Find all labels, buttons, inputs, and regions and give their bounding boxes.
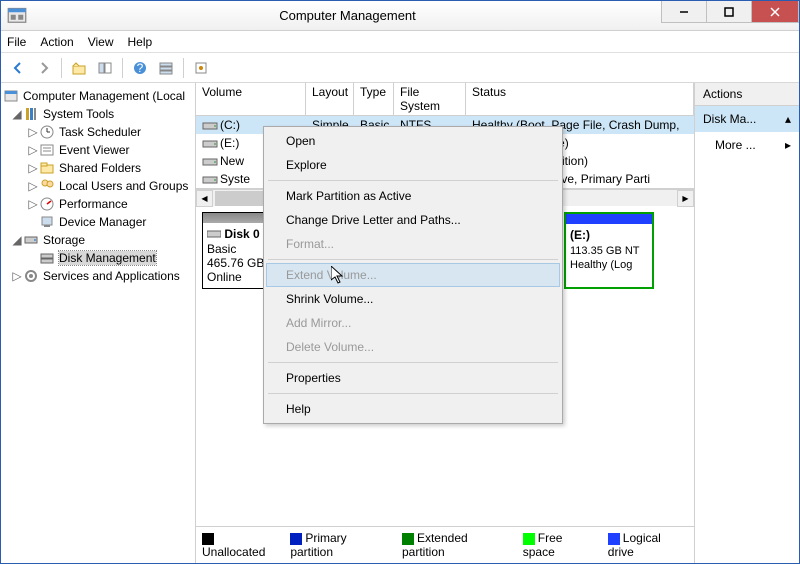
legend-item: Logical drive [608, 531, 688, 559]
actions-more[interactable]: More ... ▸ [695, 132, 799, 158]
toolbar: ? [1, 53, 799, 83]
col-type[interactable]: Type [354, 83, 394, 116]
tree-local-users[interactable]: ▷ Local Users and Groups [3, 177, 193, 195]
app-icon [7, 6, 27, 26]
back-button[interactable] [7, 57, 29, 79]
ctx-help[interactable]: Help [266, 397, 560, 421]
chevron-right-icon: ▸ [785, 138, 791, 152]
legend-item: Free space [523, 531, 596, 559]
scroll-thumb[interactable] [215, 191, 265, 206]
window-title: Computer Management [33, 8, 662, 23]
expand-icon[interactable]: ▷ [27, 143, 39, 157]
close-button[interactable] [751, 1, 799, 23]
titlebar[interactable]: Computer Management [1, 1, 799, 31]
help-button[interactable]: ? [129, 57, 151, 79]
tree-shared-folders[interactable]: ▷ Shared Folders [3, 159, 193, 177]
menubar: File Action View Help [1, 31, 799, 53]
tree-root[interactable]: Computer Management (Local [3, 87, 193, 105]
col-status[interactable]: Status [466, 83, 694, 116]
collapse-icon[interactable]: ◢ [11, 233, 23, 247]
menu-help[interactable]: Help [128, 35, 153, 49]
scroll-left-icon[interactable]: ◀ [196, 190, 213, 207]
menu-view[interactable]: View [88, 35, 114, 49]
context-menu[interactable]: Open Explore Mark Partition as Active Ch… [263, 126, 563, 424]
ctx-shrink-volume[interactable]: Shrink Volume... [266, 287, 560, 311]
tree-device-manager[interactable]: Device Manager [3, 213, 193, 231]
minimize-button[interactable] [661, 1, 707, 23]
scroll-right-icon[interactable]: ▶ [677, 190, 694, 207]
cursor-icon [331, 266, 347, 289]
settings-button[interactable] [190, 57, 212, 79]
ctx-explore[interactable]: Explore [266, 153, 560, 177]
disk-type: Basic [207, 242, 236, 256]
disk-size: 465.76 GB [207, 256, 264, 270]
tree-system-tools[interactable]: ◢ System Tools [3, 105, 193, 123]
forward-button[interactable] [33, 57, 55, 79]
actions-header: Actions [695, 83, 799, 106]
show-hide-tree-button[interactable] [94, 57, 116, 79]
expand-icon[interactable]: ▷ [27, 161, 39, 175]
tree-services[interactable]: ▷ Services and Applications [3, 267, 193, 285]
svg-text:?: ? [137, 61, 144, 75]
tree-storage[interactable]: ◢ Storage [3, 231, 193, 249]
chevron-up-icon: ▴ [785, 112, 791, 126]
maximize-button[interactable] [706, 1, 752, 23]
disk-label: Disk 0 [224, 227, 259, 241]
ctx-properties[interactable]: Properties [266, 366, 560, 390]
expand-icon[interactable]: ▷ [27, 179, 39, 193]
drive-icon [202, 120, 218, 132]
legend-item: Primary partition [290, 531, 390, 559]
collapse-icon[interactable]: ◢ [11, 107, 23, 121]
col-fs[interactable]: File System [394, 83, 466, 116]
expand-icon[interactable]: ▷ [27, 197, 39, 211]
navigation-tree[interactable]: Computer Management (Local ◢ System Tool… [1, 83, 196, 563]
tree-event-viewer[interactable]: ▷ Event Viewer [3, 141, 193, 159]
view-button[interactable] [155, 57, 177, 79]
col-layout[interactable]: Layout [306, 83, 354, 116]
expand-icon[interactable]: ▷ [27, 125, 39, 139]
tree-performance[interactable]: ▷ Performance [3, 195, 193, 213]
disk-icon [207, 228, 221, 242]
up-button[interactable] [68, 57, 90, 79]
ctx-delete-volume[interactable]: Delete Volume... [266, 335, 560, 359]
ctx-add-mirror[interactable]: Add Mirror... [266, 311, 560, 335]
actions-disk-management[interactable]: Disk Ma... ▴ [695, 106, 799, 132]
menu-action[interactable]: Action [40, 35, 73, 49]
drive-icon [202, 156, 218, 168]
computer-management-window: Computer Management File Action View Hel… [0, 0, 800, 564]
drive-icon [202, 138, 218, 150]
legend-item: Extended partition [402, 531, 511, 559]
actions-pane: Actions Disk Ma... ▴ More ... ▸ [695, 83, 799, 563]
menu-file[interactable]: File [7, 35, 26, 49]
legend-item: Unallocated [202, 531, 278, 559]
col-volume[interactable]: Volume [196, 83, 306, 116]
ctx-mark-active[interactable]: Mark Partition as Active [266, 184, 560, 208]
volume-list-header[interactable]: Volume Layout Type File System Status [196, 83, 694, 116]
partition[interactable]: (E:)113.35 GB NTHealthy (Log [564, 212, 654, 289]
ctx-format[interactable]: Format... [266, 232, 560, 256]
legend: Unallocated Primary partition Extended par… [196, 526, 694, 563]
tree-task-scheduler[interactable]: ▷ Task Scheduler [3, 123, 193, 141]
disk-state: Online [207, 270, 242, 284]
ctx-extend-volume[interactable]: Extend Volume... [266, 263, 560, 287]
expand-icon[interactable]: ▷ [11, 269, 23, 283]
drive-icon [202, 174, 218, 186]
tree-disk-management[interactable]: Disk Management [3, 249, 193, 267]
ctx-change-letter[interactable]: Change Drive Letter and Paths... [266, 208, 560, 232]
ctx-open[interactable]: Open [266, 129, 560, 153]
